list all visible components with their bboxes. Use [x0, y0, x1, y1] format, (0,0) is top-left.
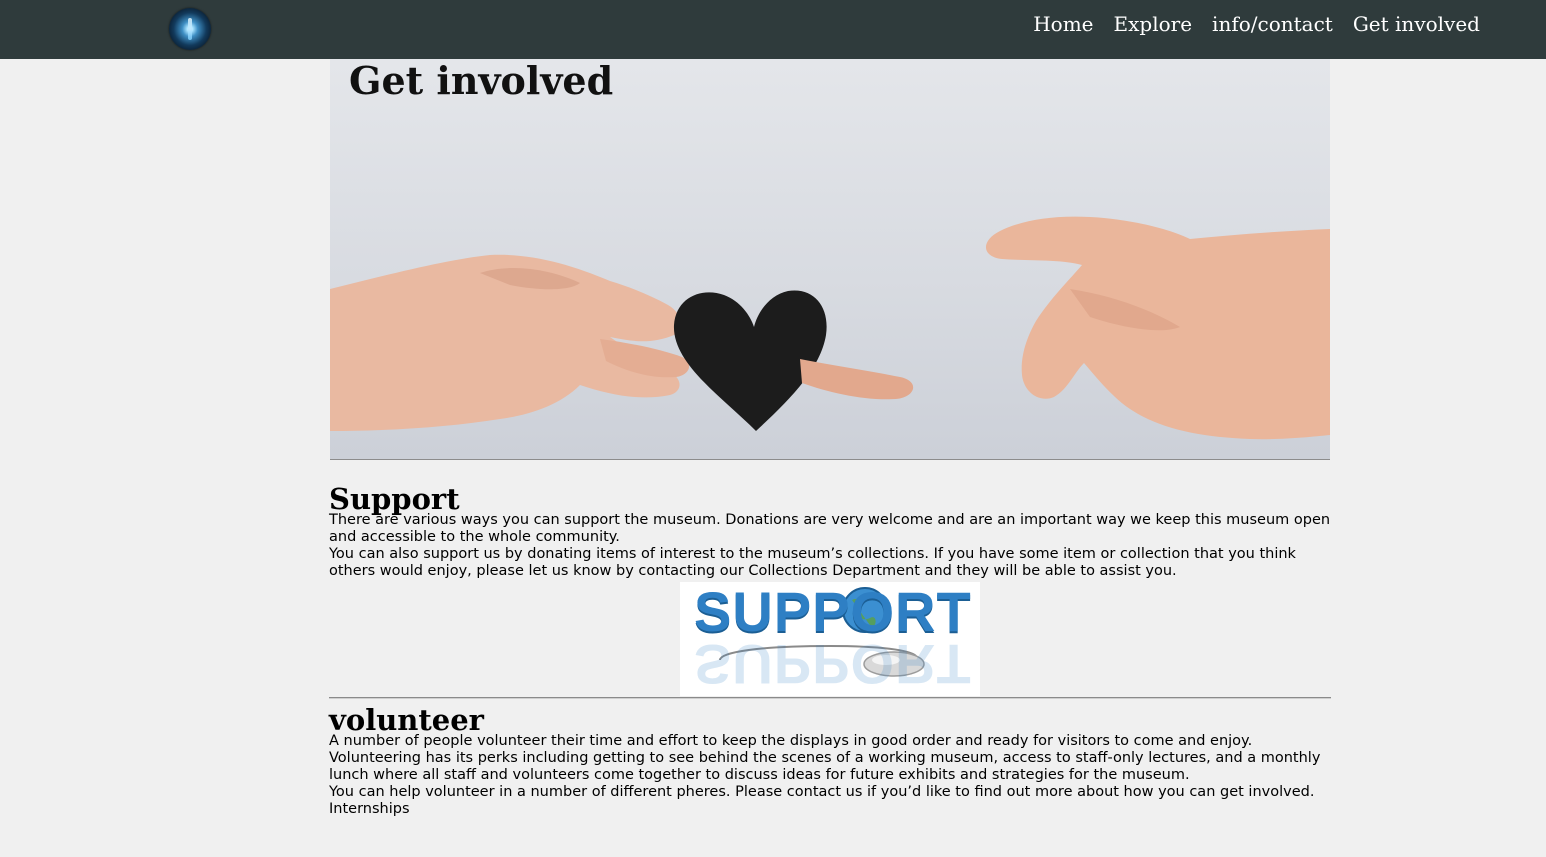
internships-text: Internships: [329, 801, 410, 817]
section-divider: [329, 697, 1331, 699]
nav-link-explore[interactable]: Explore: [1114, 12, 1193, 36]
nav-link-get-involved[interactable]: Get involved: [1353, 12, 1480, 36]
support-paragraph-2: You can also support us by donating item…: [329, 546, 1296, 579]
support-heading: Support: [329, 482, 460, 516]
volunteer-paragraph-2: Volunteering has its perks including get…: [329, 750, 1321, 783]
support-banner-image: SUPPORT SUPPORT: [680, 582, 980, 696]
page-title: Get involved: [349, 59, 614, 103]
hero-banner: Get involved: [330, 59, 1330, 460]
main-content: Support There are various ways you can s…: [329, 462, 1331, 818]
volunteer-paragraph-3: You can help volunteer in a number of di…: [329, 784, 1315, 800]
top-navbar: Home Explore info/contact Get involved: [0, 0, 1546, 59]
hands-heart-image: [330, 216, 1330, 440]
support-paragraph-1: There are various ways you can support t…: [329, 512, 1331, 545]
volunteer-heading: volunteer: [329, 703, 484, 737]
nav-link-info-contact[interactable]: info/contact: [1212, 12, 1333, 36]
main-nav: Home Explore info/contact Get involved: [1033, 12, 1480, 36]
volunteer-paragraph-1: A number of people volunteer their time …: [329, 733, 1253, 749]
nav-link-home[interactable]: Home: [1033, 12, 1093, 36]
support-image-reflection: SUPPORT: [694, 633, 972, 696]
orb-logo-icon[interactable]: [169, 8, 211, 50]
